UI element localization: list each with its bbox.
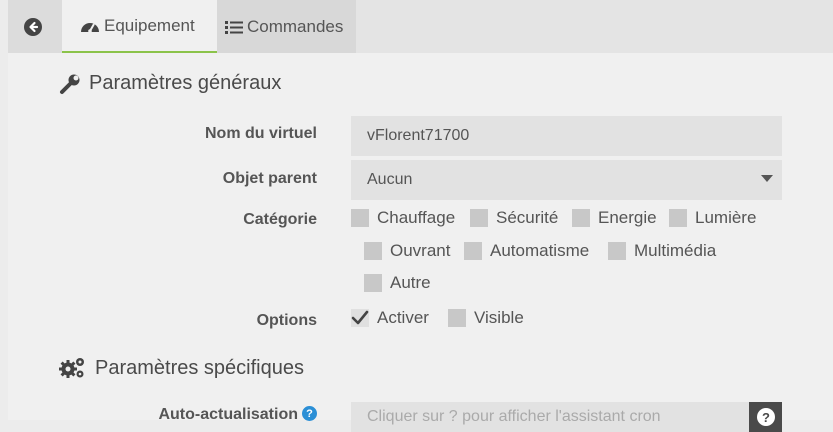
parent-label: Objet parent bbox=[222, 170, 317, 187]
cron-input[interactable]: Cliquer sur ? pour afficher l'assistant … bbox=[351, 402, 749, 432]
category-autre[interactable]: Autre bbox=[364, 273, 431, 293]
option-label: Activer bbox=[377, 308, 429, 327]
gears-icon bbox=[59, 358, 84, 378]
category-ouvrant[interactable]: Ouvrant bbox=[364, 241, 450, 261]
parent-select-value: Aucun bbox=[367, 171, 413, 188]
category-label: Multimédia bbox=[634, 241, 717, 260]
category-label: Ouvrant bbox=[390, 241, 451, 260]
category-label: Sécurité bbox=[496, 208, 559, 227]
section-general-label: Paramètres généraux bbox=[89, 72, 282, 94]
checkbox-icon[interactable] bbox=[364, 274, 382, 292]
option-activer[interactable]: Activer bbox=[351, 308, 429, 328]
checkmark-icon bbox=[351, 310, 369, 325]
tab-equipement-label: Equipement bbox=[104, 15, 195, 35]
checkbox-icon[interactable] bbox=[572, 209, 590, 227]
category-label: Lumière bbox=[695, 208, 757, 227]
category-label: Autre bbox=[390, 273, 431, 292]
nom-input[interactable]: vFlorent71700 bbox=[351, 116, 782, 156]
category-label: Chauffage bbox=[377, 208, 456, 227]
arrow-left-circle-icon bbox=[24, 17, 42, 36]
category-label: Energie bbox=[598, 208, 657, 227]
category-automatisme[interactable]: Automatisme bbox=[464, 241, 589, 261]
checkbox-icon[interactable] bbox=[464, 242, 482, 260]
tab-commandes-label: Commandes bbox=[247, 16, 344, 36]
category-multimedia[interactable]: Multimédia bbox=[608, 241, 716, 261]
checkbox-icon[interactable] bbox=[669, 209, 687, 227]
dashboard-icon bbox=[81, 22, 99, 33]
svg-text:?: ? bbox=[762, 410, 770, 425]
section-specific-label: Paramètres spécifiques bbox=[95, 356, 304, 379]
chevron-down-icon bbox=[761, 175, 773, 182]
category-securite[interactable]: Sécurité bbox=[470, 208, 558, 228]
checkbox-checked-icon[interactable] bbox=[351, 309, 369, 327]
checkbox-icon[interactable] bbox=[608, 242, 626, 260]
nom-label: Nom du virtuel bbox=[204, 125, 317, 142]
tab-equipement[interactable]: Equipement bbox=[62, 0, 217, 53]
option-visible[interactable]: Visible bbox=[448, 308, 524, 328]
wrench-icon bbox=[60, 74, 80, 94]
section-specific-title: Paramètres spécifiques bbox=[59, 356, 304, 380]
category-chauffage[interactable]: Chauffage bbox=[351, 208, 455, 228]
help-icon: ? bbox=[756, 408, 775, 426]
tab-commandes[interactable]: Commandes bbox=[217, 0, 356, 53]
help-icon[interactable]: ? bbox=[302, 406, 317, 421]
checkbox-icon[interactable] bbox=[448, 309, 466, 327]
categorie-label: Catégorie bbox=[243, 211, 317, 228]
checkbox-icon[interactable] bbox=[351, 209, 369, 227]
auto-actualisation-label: Auto-actualisation bbox=[158, 406, 298, 423]
tab-bar: Equipement Commandes bbox=[8, 0, 833, 53]
checkbox-icon[interactable] bbox=[364, 242, 382, 260]
parent-select[interactable]: Aucun bbox=[351, 160, 782, 200]
cron-assistant-button[interactable]: ? bbox=[749, 402, 782, 432]
category-lumiere[interactable]: Lumière bbox=[669, 208, 756, 228]
back-button[interactable] bbox=[8, 0, 62, 53]
options-label: Options bbox=[256, 312, 317, 329]
list-icon bbox=[225, 20, 243, 34]
auto-actualisation-label-wrap: Auto-actualisation? bbox=[0, 406, 317, 424]
section-general-title: Paramètres généraux bbox=[59, 72, 281, 95]
checkbox-icon[interactable] bbox=[470, 209, 488, 227]
category-energie[interactable]: Energie bbox=[572, 208, 657, 228]
category-label: Automatisme bbox=[490, 241, 590, 260]
option-label: Visible bbox=[474, 308, 524, 327]
